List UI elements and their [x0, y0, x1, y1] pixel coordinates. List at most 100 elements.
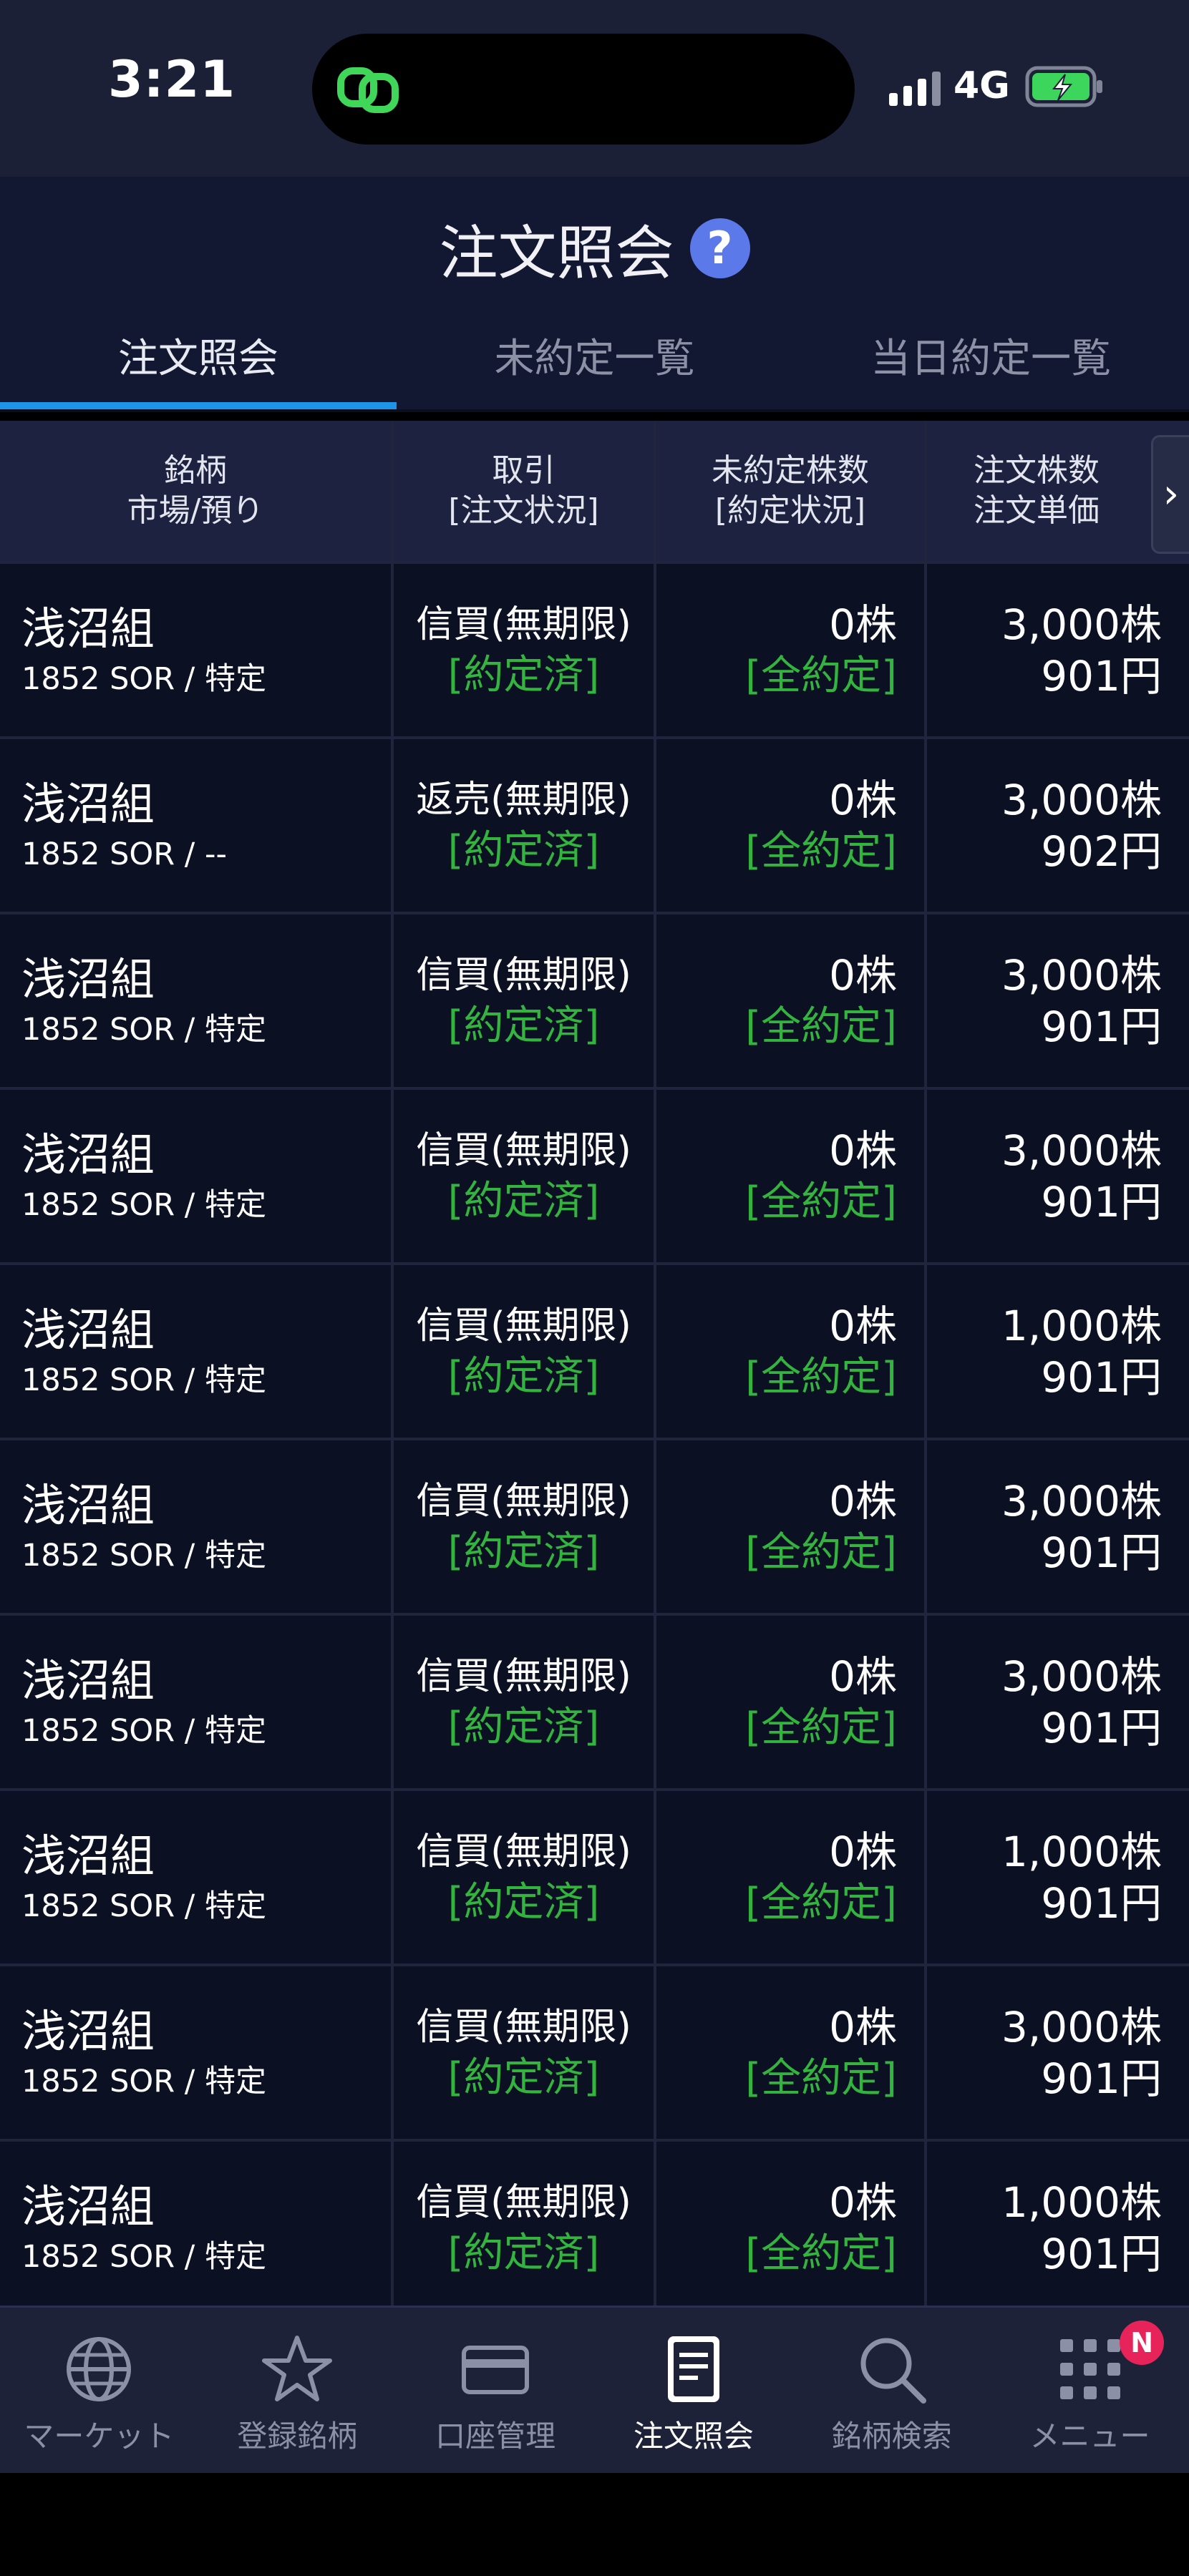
order-quantity: 1,000株 — [1001, 1827, 1162, 1876]
order-status: [約定済] — [447, 1352, 600, 1400]
order-qty-cell: 3,000株 901円 — [927, 914, 1189, 1087]
table-row[interactable]: 浅沼組 1852 SOR / 特定 信買(無期限) [約定済] 0株 [全約定] 3,000… — [0, 1440, 1189, 1616]
stock-market-account: 1852 SOR / 特定 — [21, 2238, 266, 2275]
fill-status: [全約定] — [745, 2230, 897, 2277]
order-qty-cell: 1,000株 901円 — [927, 1791, 1189, 1963]
order-table[interactable]: 銘柄 市場/預り 取引 [注文状況] 未約定株数 [約定状況] 注文株数 注文単… — [0, 421, 1189, 2306]
unfilled-cell: 0株 [全約定] — [656, 2142, 927, 2306]
trade-cell: 信買(無期限) [約定済] — [394, 1966, 656, 2139]
nav-stock-search[interactable]: 銘柄検索 — [792, 2308, 991, 2475]
tab-unfilled-list[interactable]: 未約定一覧 — [397, 320, 793, 409]
fill-status: [全約定] — [745, 1528, 897, 1576]
order-quantity: 1,000株 — [1001, 2177, 1162, 2227]
order-qty-cell: 3,000株 901円 — [927, 1440, 1189, 1613]
tab-today-filled-list[interactable]: 当日約定一覧 — [792, 320, 1189, 409]
stock-name: 浅沼組 — [21, 1128, 155, 1181]
table-row[interactable]: 浅沼組 1852 SOR / 特定 信買(無期限) [約定済] 0株 [全約定] 1,000… — [0, 1265, 1189, 1440]
order-qty-cell: 3,000株 901円 — [927, 1090, 1189, 1262]
trade-type: 信買(無期限) — [416, 1304, 631, 1347]
unfilled-cell: 0株 [全約定] — [656, 1966, 927, 2139]
stock-cell: 浅沼組 1852 SOR / 特定 — [0, 1616, 394, 1788]
fill-status: [全約定] — [745, 1879, 897, 1926]
table-row[interactable]: 浅沼組 1852 SOR / 特定 信買(無期限) [約定済] 0株 [全約定] 3,000… — [0, 1090, 1189, 1265]
dynamic-island — [312, 34, 855, 145]
trade-type: 信買(無期限) — [416, 1654, 631, 1698]
unfilled-cell: 0株 [全約定] — [656, 1440, 927, 1613]
trade-type: 信買(無期限) — [416, 2005, 631, 2049]
help-icon[interactable]: ? — [689, 218, 750, 278]
order-status: [約定済] — [447, 1878, 600, 1926]
nav-menu[interactable]: メニュー N — [991, 2308, 1189, 2475]
unfilled-quantity: 0株 — [829, 1827, 897, 1876]
table-row[interactable]: 浅沼組 1852 SOR / 特定 信買(無期限) [約定済] 0株 [全約定] 1,000… — [0, 2142, 1189, 2306]
tab-bar: 注文照会 未約定一覧 当日約定一覧 — [0, 320, 1189, 412]
nav-market[interactable]: マーケット — [0, 2308, 198, 2475]
table-row[interactable]: 浅沼組 1852 SOR / 特定 信買(無期限) [約定済] 0株 [全約定] 3,000… — [0, 564, 1189, 739]
table-header-row: 銘柄 市場/預り 取引 [注文状況] 未約定株数 [約定状況] 注文株数 注文単… — [0, 421, 1189, 564]
stock-name: 浅沼組 — [21, 1303, 155, 1356]
nav-order-inquiry[interactable]: 注文照会 — [594, 2308, 792, 2475]
status-bar: 3:21 4G — [0, 0, 1189, 177]
unfilled-cell: 0株 [全約定] — [656, 914, 927, 1087]
stock-name: 浅沼組 — [21, 1829, 155, 1882]
unfilled-quantity: 0株 — [829, 1126, 897, 1175]
page-title: 注文照会 — [439, 220, 674, 288]
trade-type: 信買(無期限) — [416, 1128, 631, 1172]
trade-cell: 信買(無期限) [約定済] — [394, 2142, 656, 2306]
order-price: 901円 — [1041, 1002, 1162, 1051]
unfilled-cell: 0株 [全約定] — [656, 1265, 927, 1438]
stock-cell: 浅沼組 1852 SOR / 特定 — [0, 1265, 394, 1438]
nav-label: メニュー — [1029, 2419, 1150, 2454]
stock-name: 浅沼組 — [21, 777, 155, 830]
table-row[interactable]: 浅沼組 1852 SOR / 特定 信買(無期限) [約定済] 0株 [全約定] 3,000… — [0, 1966, 1189, 2142]
trade-cell: 信買(無期限) [約定済] — [394, 1616, 656, 1788]
order-qty-cell: 1,000株 901円 — [927, 1265, 1189, 1438]
order-quantity: 3,000株 — [1001, 1126, 1162, 1175]
trade-type: 信買(無期限) — [416, 953, 631, 997]
order-status: [約定済] — [447, 2054, 600, 2101]
order-price: 901円 — [1041, 1703, 1162, 1752]
nav-label: 登録銘柄 — [237, 2419, 358, 2454]
credit-card-icon — [462, 2346, 530, 2394]
order-price: 901円 — [1041, 1528, 1162, 1577]
tab-order-inquiry[interactable]: 注文照会 — [0, 320, 397, 409]
unfilled-cell: 0株 [全約定] — [656, 1791, 927, 1963]
nav-account[interactable]: 口座管理 — [397, 2308, 595, 2475]
stock-market-account: 1852 SOR / 特定 — [21, 660, 266, 697]
stock-name: 浅沼組 — [21, 2004, 155, 2057]
bottom-navigation: マーケット 登録銘柄 口座管理 注文照会 銘柄検索 メニュー N — [0, 2306, 1189, 2475]
stock-cell: 浅沼組 1852 SOR / 特定 — [0, 564, 394, 736]
page-title-row: 注文照会 ? — [0, 205, 1189, 291]
order-quantity: 3,000株 — [1001, 2002, 1162, 2051]
trade-cell: 信買(無期限) [約定済] — [394, 1440, 656, 1613]
order-quantity: 3,000株 — [1001, 1652, 1162, 1701]
fill-status: [全約定] — [745, 827, 897, 874]
order-price: 901円 — [1041, 651, 1162, 701]
unfilled-quantity: 0株 — [829, 600, 897, 649]
status-time: 3:21 — [107, 50, 236, 109]
unfilled-quantity: 0株 — [829, 1301, 897, 1350]
scroll-right-button[interactable]: › — [1151, 435, 1189, 554]
fill-status: [全約定] — [745, 1704, 897, 1751]
stock-market-account: 1852 SOR / -- — [21, 836, 227, 872]
battery-charging-icon — [1025, 66, 1102, 107]
stock-name: 浅沼組 — [21, 2180, 155, 2233]
nav-watchlist[interactable]: 登録銘柄 — [198, 2308, 397, 2475]
order-qty-cell: 3,000株 901円 — [927, 1616, 1189, 1788]
unfilled-cell: 0株 [全約定] — [656, 564, 927, 736]
table-row[interactable]: 浅沼組 1852 SOR / 特定 信買(無期限) [約定済] 0株 [全約定] 1,000… — [0, 1791, 1189, 1966]
unfilled-quantity: 0株 — [829, 1652, 897, 1701]
cellular-signal-icon — [889, 72, 941, 106]
nav-label: マーケット — [24, 2419, 175, 2454]
trade-type: 返売(無期限) — [416, 778, 631, 821]
unfilled-cell: 0株 [全約定] — [656, 1090, 927, 1262]
column-header-unfilled: 未約定株数 [約定状況] — [656, 421, 927, 561]
trade-type: 信買(無期限) — [416, 1479, 631, 1523]
table-row[interactable]: 浅沼組 1852 SOR / 特定 信買(無期限) [約定済] 0株 [全約定] 3,000… — [0, 914, 1189, 1090]
table-row[interactable]: 浅沼組 1852 SOR / 特定 信買(無期限) [約定済] 0株 [全約定] 3,000… — [0, 1616, 1189, 1791]
order-qty-cell: 3,000株 902円 — [927, 739, 1189, 912]
column-header-trade: 取引 [注文状況] — [394, 421, 656, 561]
search-icon — [860, 2338, 926, 2404]
table-row[interactable]: 浅沼組 1852 SOR / -- 返売(無期限) [約定済] 0株 [全約定] 3,000… — [0, 739, 1189, 914]
stock-market-account: 1852 SOR / 特定 — [21, 1712, 266, 1749]
